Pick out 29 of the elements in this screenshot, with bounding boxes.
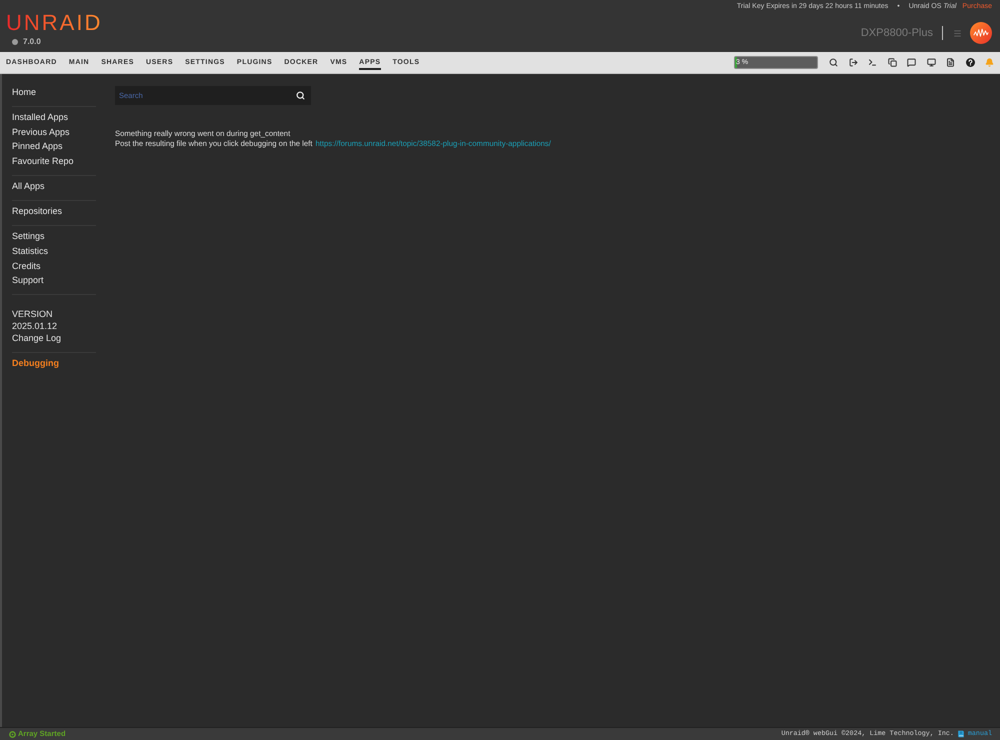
logout-icon[interactable] (848, 58, 858, 67)
sidebar-link[interactable]: Support (12, 273, 44, 288)
terminal-icon[interactable] (868, 58, 877, 67)
copy-icon[interactable] (888, 58, 896, 67)
server-name: DXP8800-Plus (860, 26, 933, 41)
sidebar-link[interactable]: Statistics (12, 244, 48, 259)
debugging-link[interactable]: Debugging (12, 356, 59, 371)
book-icon (956, 730, 965, 738)
search-icon[interactable] (829, 58, 838, 67)
monitor-icon[interactable] (926, 58, 936, 67)
changelog-link[interactable]: Change Log (12, 332, 62, 344)
sidebar-link[interactable]: All Apps (12, 179, 45, 194)
version-text: 7.0.0 (23, 37, 41, 47)
sidebar-link[interactable]: Settings (12, 229, 45, 244)
sidebar-link[interactable]: Pinned Apps (12, 139, 63, 154)
sidebar-link[interactable]: Home (12, 85, 36, 100)
circle-icon (12, 39, 18, 45)
ring-icon (9, 730, 16, 738)
version-number: 2025.01.12 (12, 320, 58, 332)
help-icon[interactable] (966, 58, 974, 67)
sidebar-link[interactable]: Favourite Repo (12, 154, 74, 169)
version-heading: VERSION (12, 308, 53, 320)
notes-icon[interactable] (946, 58, 955, 67)
sidebar-link[interactable]: Credits (12, 258, 41, 274)
sidebar-link[interactable]: Repositories (12, 204, 62, 219)
sidebar-link[interactable]: Previous Apps (12, 124, 70, 140)
sidebar-link[interactable]: Installed Apps (12, 110, 68, 125)
wave-logo-icon[interactable] (970, 22, 992, 44)
message-icon[interactable] (907, 58, 916, 67)
